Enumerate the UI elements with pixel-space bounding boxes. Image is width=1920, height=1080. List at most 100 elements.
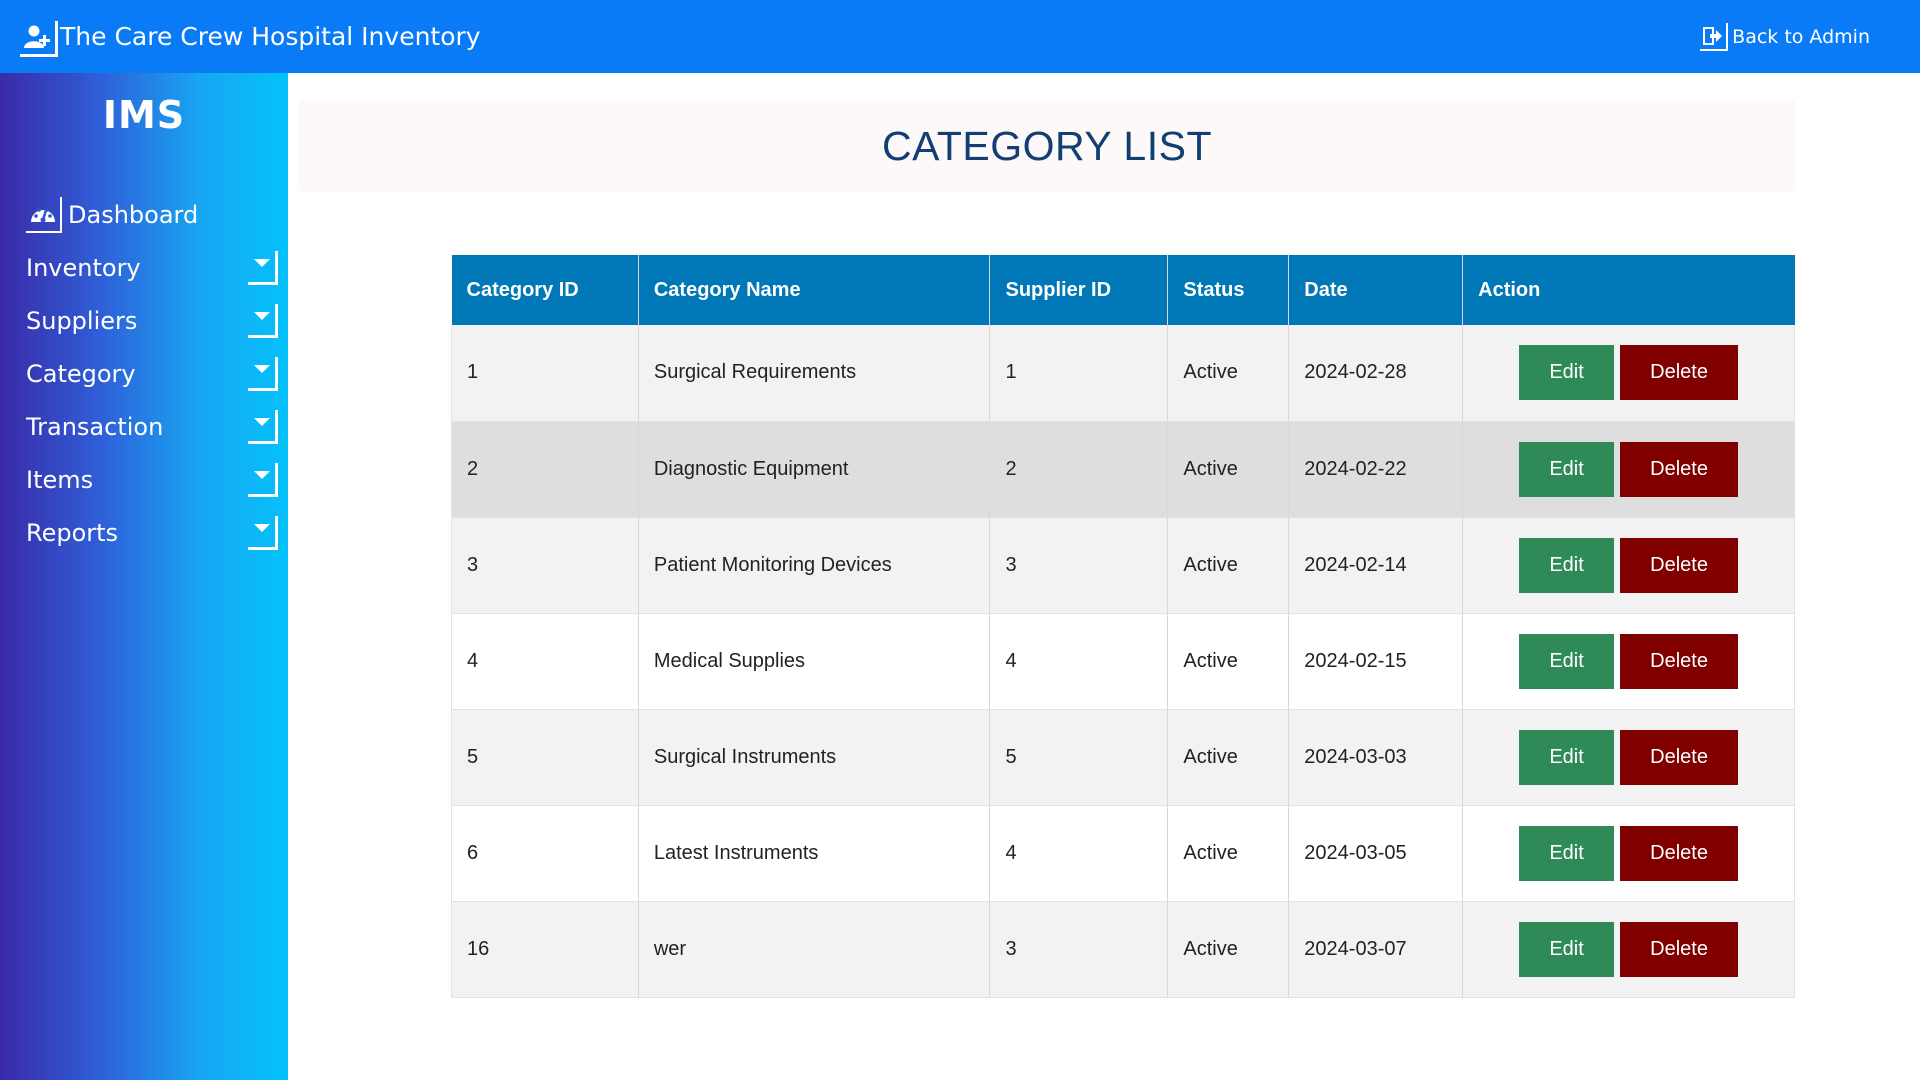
sidebar-item-transaction[interactable]: Transaction: [26, 400, 288, 453]
row-actions: Edit Delete: [1478, 537, 1779, 593]
app-brand-link[interactable]: The Care Crew Hospital Inventory: [20, 19, 481, 57]
edit-button[interactable]: Edit: [1519, 729, 1615, 785]
cell-action: Edit Delete: [1462, 613, 1795, 710]
cell-category-name: Surgical Instruments: [638, 709, 991, 806]
cell-category-id: 2: [451, 421, 639, 518]
cell-date: 2024-03-03: [1288, 709, 1464, 806]
sidebar-item-label: Reports: [26, 518, 119, 547]
cell-date: 2024-02-14: [1288, 517, 1464, 614]
back-to-admin-label: Back to Admin: [1732, 25, 1870, 48]
app-title: The Care Crew Hospital Inventory: [60, 22, 481, 51]
cell-status: Active: [1167, 709, 1290, 806]
cell-action: Edit Delete: [1462, 421, 1795, 518]
sidebar-item-label: Inventory: [26, 253, 141, 282]
category-table-container: Category ID Category Name Supplier ID St…: [451, 255, 1795, 998]
delete-button[interactable]: Delete: [1620, 345, 1739, 401]
page-header-panel: CATEGORY LIST: [298, 100, 1796, 192]
delete-button[interactable]: Delete: [1620, 633, 1739, 689]
cell-action: Edit Delete: [1462, 517, 1795, 614]
cell-status: Active: [1167, 901, 1290, 998]
edit-button[interactable]: Edit: [1519, 441, 1615, 497]
user-plus-icon: [20, 20, 58, 57]
row-actions: Edit Delete: [1478, 441, 1779, 497]
cell-status: Active: [1167, 325, 1290, 422]
cell-category-name: Latest Instruments: [638, 805, 991, 902]
table-header-row: Category ID Category Name Supplier ID St…: [451, 255, 1795, 325]
cell-supplier-id: 2: [989, 421, 1169, 518]
sidebar-item-items[interactable]: Items: [26, 453, 288, 506]
sidebar-item-label: Items: [26, 465, 94, 494]
sidebar-item-dashboard[interactable]: Dashboard: [26, 188, 288, 241]
caret-down-icon: [248, 516, 278, 550]
row-actions: Edit Delete: [1478, 729, 1779, 785]
cell-category-id: 16: [451, 901, 639, 998]
category-table: Category ID Category Name Supplier ID St…: [451, 255, 1795, 998]
delete-button[interactable]: Delete: [1620, 921, 1739, 977]
cell-supplier-id: 4: [989, 613, 1169, 710]
edit-button[interactable]: Edit: [1519, 345, 1615, 401]
cell-category-name: Diagnostic Equipment: [638, 421, 991, 518]
delete-button[interactable]: Delete: [1620, 441, 1739, 497]
cell-supplier-id: 5: [989, 709, 1169, 806]
edit-button[interactable]: Edit: [1519, 921, 1615, 977]
table-row: 5 Surgical Instruments 5 Active 2024-03-…: [451, 709, 1795, 806]
cell-category-id: 4: [451, 613, 639, 710]
cell-status: Active: [1167, 421, 1290, 518]
cell-status: Active: [1167, 805, 1290, 902]
edit-button[interactable]: Edit: [1519, 633, 1615, 689]
delete-button[interactable]: Delete: [1620, 825, 1739, 881]
row-actions: Edit Delete: [1478, 633, 1779, 689]
table-body: 1 Surgical Requirements 1 Active 2024-02…: [451, 325, 1795, 998]
cell-action: Edit Delete: [1462, 901, 1795, 998]
cell-category-name: Patient Monitoring Devices: [638, 517, 991, 614]
back-to-admin-link[interactable]: Back to Admin: [1700, 0, 1870, 73]
cell-date: 2024-02-15: [1288, 613, 1464, 710]
header-status: Status: [1167, 255, 1290, 325]
table-row: 3 Patient Monitoring Devices 3 Active 20…: [451, 517, 1795, 614]
caret-down-icon: [248, 304, 278, 338]
row-actions: Edit Delete: [1478, 345, 1779, 401]
cell-category-id: 1: [451, 325, 639, 422]
cell-category-name: Surgical Requirements: [638, 325, 991, 422]
edit-button[interactable]: Edit: [1519, 825, 1615, 881]
caret-down-icon: [248, 357, 278, 391]
header-date: Date: [1288, 255, 1464, 325]
sign-out-icon: [1700, 22, 1729, 51]
delete-button[interactable]: Delete: [1620, 729, 1739, 785]
edit-button[interactable]: Edit: [1519, 537, 1615, 593]
cell-date: 2024-03-05: [1288, 805, 1464, 902]
row-actions: Edit Delete: [1478, 921, 1779, 977]
table-row: 1 Surgical Requirements 1 Active 2024-02…: [451, 325, 1795, 422]
caret-down-icon: [248, 251, 278, 285]
sidebar-item-suppliers[interactable]: Suppliers: [26, 294, 288, 347]
sidebar-item-reports[interactable]: Reports: [26, 506, 288, 559]
sidebar-item-inventory[interactable]: Inventory: [26, 241, 288, 294]
header-category-name: Category Name: [638, 255, 991, 325]
sidebar-item-label: Suppliers: [26, 306, 138, 335]
cell-category-id: 6: [451, 805, 639, 902]
header-supplier-id: Supplier ID: [989, 255, 1169, 325]
table-header: Category ID Category Name Supplier ID St…: [451, 255, 1795, 325]
sidebar-nav: Dashboard Inventory Suppliers Category T…: [0, 188, 288, 559]
table-row: 4 Medical Supplies 4 Active 2024-02-15 E…: [451, 613, 1795, 710]
delete-button[interactable]: Delete: [1620, 537, 1739, 593]
cell-action: Edit Delete: [1462, 325, 1795, 422]
cell-category-id: 5: [451, 709, 639, 806]
caret-down-icon: [248, 410, 278, 444]
dashboard-gauge-icon: [26, 196, 62, 233]
cell-category-id: 3: [451, 517, 639, 614]
sidebar-item-label: Dashboard: [68, 200, 199, 229]
cell-supplier-id: 3: [989, 517, 1169, 614]
cell-supplier-id: 4: [989, 805, 1169, 902]
header-action: Action: [1462, 255, 1795, 325]
sidebar-logo: IMS: [102, 93, 186, 137]
sidebar-item-category[interactable]: Category: [26, 347, 288, 400]
cell-date: 2024-03-07: [1288, 901, 1464, 998]
cell-category-name: wer: [638, 901, 991, 998]
cell-date: 2024-02-28: [1288, 325, 1464, 422]
sidebar-item-label: Transaction: [26, 412, 164, 441]
top-navbar: The Care Crew Hospital Inventory Back to…: [0, 0, 1920, 73]
header-category-id: Category ID: [451, 255, 639, 325]
row-actions: Edit Delete: [1478, 825, 1779, 881]
table-row: 6 Latest Instruments 4 Active 2024-03-05…: [451, 805, 1795, 902]
